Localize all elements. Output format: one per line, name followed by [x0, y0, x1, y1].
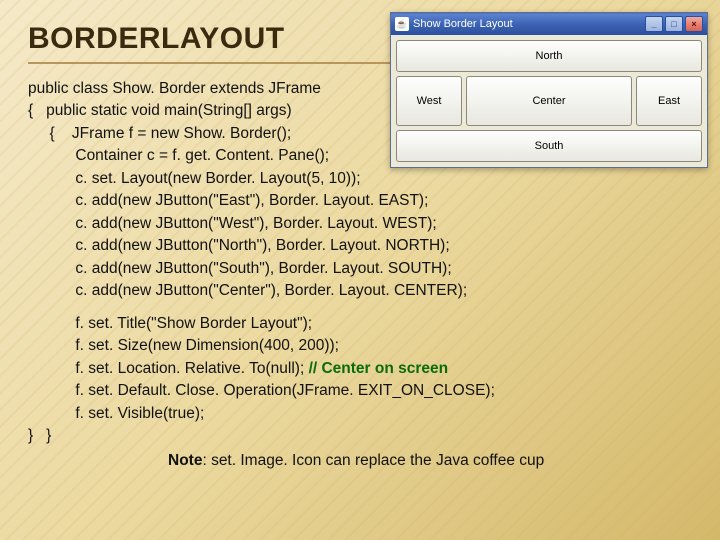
north-button[interactable]: North [396, 40, 702, 72]
code-block-2: f. set. Title("Show Border Layout"); f. … [28, 313, 692, 448]
java-coffee-icon: ☕ [395, 17, 409, 31]
slide: BORDERLAYOUT public class Show. Border e… [0, 0, 720, 540]
border-layout-panel: North West Center East South [391, 35, 707, 167]
maximize-button[interactable]: □ [665, 16, 683, 32]
note-text: : set. Image. Icon can replace the Java … [202, 452, 544, 469]
code-post: f. set. Default. Close. Operation(JFrame… [28, 382, 495, 444]
code-comment: // Center on screen [309, 360, 449, 377]
java-window: ☕ Show Border Layout _ □ × North West Ce… [390, 12, 708, 168]
footer-note: Note: set. Image. Icon can replace the J… [168, 452, 692, 470]
east-button[interactable]: East [636, 76, 702, 126]
window-title: Show Border Layout [413, 18, 645, 30]
window-buttons: _ □ × [645, 16, 703, 32]
window-titlebar[interactable]: ☕ Show Border Layout _ □ × [391, 13, 707, 35]
west-button[interactable]: West [396, 76, 462, 126]
code-pre: f. set. Title("Show Border Layout"); f. … [28, 315, 339, 377]
south-button[interactable]: South [396, 130, 702, 162]
spacer [28, 303, 692, 313]
note-prefix: Note [168, 452, 202, 469]
minimize-button[interactable]: _ [645, 16, 663, 32]
close-button[interactable]: × [685, 16, 703, 32]
center-button[interactable]: Center [466, 76, 632, 126]
